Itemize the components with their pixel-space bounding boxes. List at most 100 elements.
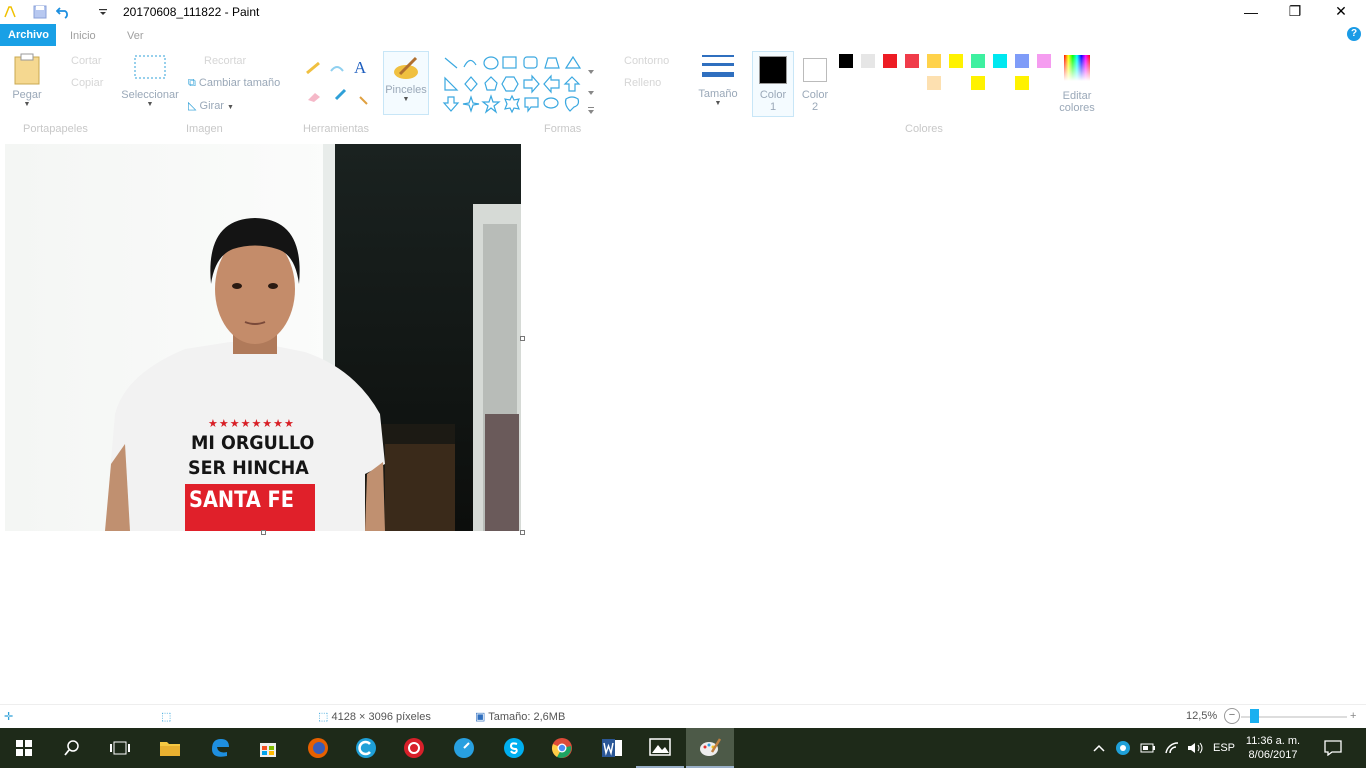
tab-inicio[interactable]: Inicio [62, 26, 104, 47]
task-view-button[interactable] [96, 728, 144, 768]
taskbar-edge[interactable] [196, 728, 244, 768]
ccleaner-icon [356, 738, 376, 758]
volume-icon[interactable] [1186, 728, 1206, 768]
palette-color-swatch[interactable] [927, 54, 941, 68]
crop-button[interactable]: Recortar [204, 55, 246, 67]
palette-color-swatch[interactable] [971, 76, 985, 90]
shapes-gallery[interactable] [442, 55, 598, 115]
palette-color-swatch[interactable] [883, 54, 897, 68]
taskbar-skype[interactable] [490, 728, 538, 768]
clock[interactable]: 11:36 a. m. 8/06/2017 [1240, 728, 1306, 768]
maximize-button[interactable]: ❐ [1272, 0, 1318, 23]
color1-swatch [759, 56, 787, 84]
edit-colors-button[interactable]: Editar colores [1056, 53, 1098, 117]
search-icon [64, 740, 79, 756]
select-button[interactable]: Seleccionar ▼ [120, 55, 180, 115]
ribbon: Pegar ▼ Cortar Copiar Portapapeles Selec… [0, 47, 1366, 139]
selection-rectangle-icon [134, 55, 166, 79]
file-size-text: Tamaño: 2,6MB [488, 711, 566, 723]
disk-icon: ▣ [475, 711, 486, 723]
paste-button[interactable]: Pegar ▼ [6, 53, 48, 115]
outline-button[interactable]: Contorno [624, 55, 669, 67]
palette-color-swatch[interactable] [861, 76, 875, 90]
palette-color-swatch[interactable] [927, 76, 941, 90]
resize-icon: ⧉ [188, 77, 196, 89]
language-indicator[interactable]: ESP [1210, 728, 1238, 768]
chevron-up-icon [1093, 744, 1105, 752]
palette-color-swatch[interactable] [883, 76, 897, 90]
customize-qat-icon[interactable] [95, 4, 111, 20]
rotate-button[interactable]: ◺ Girar ▼ [188, 99, 234, 112]
palette-color-swatch[interactable] [949, 76, 963, 90]
search-button[interactable] [48, 728, 96, 768]
copy-button[interactable]: Copiar [71, 77, 103, 89]
palette-color-swatch[interactable] [839, 76, 853, 90]
taskbar-file-explorer[interactable] [146, 728, 194, 768]
zoom-in-button[interactable]: + [1350, 710, 1356, 722]
clock-date: 8/06/2017 [1248, 749, 1298, 761]
group-label-colors: Colores [905, 123, 943, 135]
tab-archivo[interactable]: Archivo [0, 24, 56, 46]
palette-color-swatch[interactable] [993, 54, 1007, 68]
palette-color-swatch[interactable] [1015, 54, 1029, 68]
color2-button[interactable]: Color 2 [797, 51, 833, 117]
taskbar-word[interactable] [588, 728, 636, 768]
action-center-button[interactable] [1320, 728, 1346, 768]
color1-button[interactable]: Color 1 [752, 51, 794, 117]
magnifier-icon[interactable] [356, 93, 370, 107]
resize-handle-corner[interactable] [520, 530, 525, 535]
cut-button[interactable]: Cortar [71, 55, 102, 67]
drawing-canvas[interactable]: ★★★★★★★★ MI ORGULLO SER HINCHA SANTA FE [5, 144, 521, 531]
tab-ver[interactable]: Ver [119, 26, 152, 47]
notification-icon [1324, 740, 1342, 756]
color-picker-icon[interactable] [333, 87, 349, 101]
eraser-icon[interactable] [305, 89, 325, 103]
tray-app-icon[interactable] [1114, 728, 1132, 768]
taskbar-chrome[interactable] [538, 728, 586, 768]
resize-handle-right[interactable] [520, 336, 525, 341]
zoom-level: 12,5% [1186, 710, 1218, 722]
palette-color-swatch[interactable] [905, 54, 919, 68]
zoom-slider-thumb[interactable] [1250, 709, 1259, 723]
palette-color-swatch[interactable] [1037, 54, 1051, 68]
fill-icon[interactable] [328, 61, 348, 75]
palette-color-swatch[interactable] [1037, 76, 1051, 90]
selection-size-icon: ⬚ [161, 711, 172, 723]
brushes-button[interactable]: Pinceles ▼ [383, 51, 429, 115]
battery-icon[interactable] [1138, 728, 1158, 768]
size-button[interactable]: Tamaño ▼ [696, 53, 740, 117]
help-button[interactable]: ? [1347, 27, 1361, 41]
palette-color-swatch[interactable] [949, 54, 963, 68]
folder-icon [160, 742, 180, 756]
taskbar-firefox[interactable] [294, 728, 342, 768]
palette-color-swatch[interactable] [971, 54, 985, 68]
taskbar-ccleaner[interactable] [342, 728, 390, 768]
file-size: ▣ Tamaño: 2,6MB [475, 710, 565, 723]
taskbar: ESP 11:36 a. m. 8/06/2017 [0, 728, 1366, 768]
palette-color-swatch[interactable] [1015, 76, 1029, 90]
palette-color-swatch[interactable] [905, 76, 919, 90]
palette-color-swatch[interactable] [839, 54, 853, 68]
minimize-button[interactable]: — [1228, 0, 1274, 23]
taskbar-speedtest[interactable] [440, 728, 488, 768]
taskbar-paint[interactable] [686, 728, 734, 768]
taskbar-photos[interactable] [636, 728, 684, 768]
palette-color-swatch[interactable] [861, 54, 875, 68]
text-tool-icon[interactable]: A [354, 58, 366, 78]
zoom-out-button[interactable]: − [1224, 708, 1240, 724]
windows-logo-icon [16, 740, 32, 756]
taskbar-antivirus[interactable] [390, 728, 438, 768]
show-hidden-icons-button[interactable] [1090, 728, 1108, 768]
paint-app-icon[interactable] [2, 4, 18, 20]
palette-color-swatch[interactable] [993, 76, 1007, 90]
wifi-icon[interactable] [1162, 728, 1182, 768]
start-button[interactable] [0, 728, 48, 768]
taskbar-store[interactable] [244, 728, 292, 768]
close-button[interactable]: ✕ [1318, 0, 1364, 23]
resize-button[interactable]: ⧉ Cambiar tamaño [188, 77, 280, 90]
fill-button[interactable]: Relleno [624, 77, 661, 89]
save-icon[interactable] [32, 4, 48, 20]
resize-handle-bottom[interactable] [261, 530, 266, 535]
undo-icon[interactable] [55, 4, 71, 20]
pencil-icon[interactable] [305, 61, 325, 75]
